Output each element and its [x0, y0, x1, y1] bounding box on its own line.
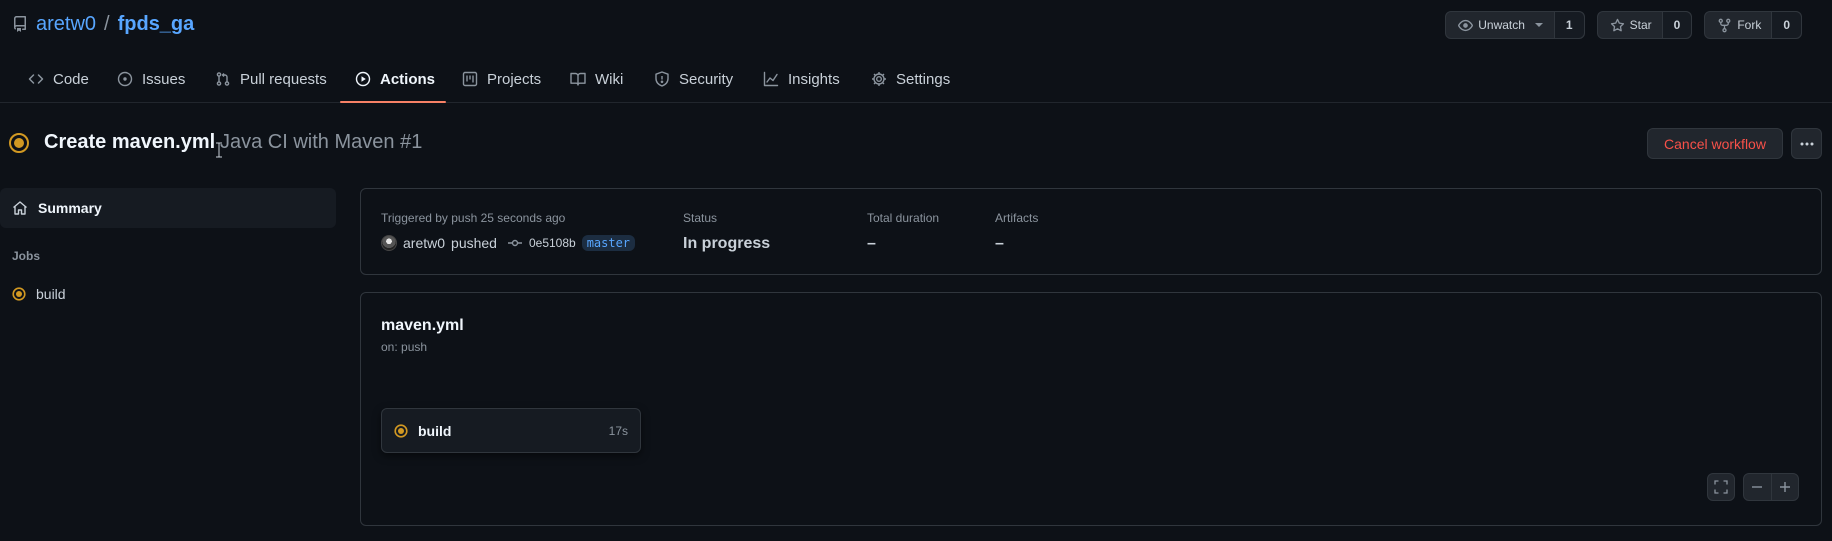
play-icon — [355, 71, 371, 87]
status-label: Status — [683, 211, 718, 225]
watch-button-group: Unwatch 1 — [1445, 11, 1585, 39]
run-title: Create maven.yml — [44, 131, 216, 153]
forks-count[interactable]: 0 — [1771, 12, 1801, 38]
tab-pull-requests-label: Pull requests — [240, 70, 327, 88]
job-node-build[interactable]: build 17s — [381, 408, 641, 453]
trigger-label: Triggered by push 25 seconds ago — [381, 211, 566, 225]
git-commit-icon — [507, 239, 522, 247]
tab-issues[interactable]: Issues — [117, 55, 185, 103]
in-progress-icon — [12, 287, 26, 301]
run-summary-card: Triggered by push 25 seconds ago aretw0 … — [360, 188, 1822, 275]
actor-link[interactable]: aretw0 — [403, 235, 445, 251]
tab-settings[interactable]: Settings — [871, 55, 950, 103]
repo-separator: / — [104, 12, 110, 35]
repo-name-link[interactable]: fpds_ga — [118, 13, 195, 36]
sidebar-job-label: build — [36, 286, 66, 302]
watchers-count[interactable]: 1 — [1553, 12, 1584, 38]
tab-security-label: Security — [679, 70, 734, 88]
eye-icon — [1458, 19, 1474, 31]
trigger-details: aretw0 pushed 0e5108b master — [381, 235, 636, 251]
star-icon — [1610, 18, 1624, 31]
tab-issues-label: Issues — [142, 70, 186, 88]
tab-projects-label: Projects — [487, 70, 542, 88]
cancel-workflow-button[interactable]: Cancel workflow — [1647, 128, 1783, 159]
tab-actions-label: Actions — [380, 70, 436, 88]
artifacts-value: – — [995, 235, 1004, 252]
tab-actions[interactable]: Actions — [355, 55, 435, 103]
repo-header: aretw0 / fpds_ga — [12, 10, 194, 38]
kebab-horizontal-icon — [1800, 142, 1813, 145]
shield-icon — [655, 71, 669, 87]
duration-value: – — [867, 235, 876, 252]
dash-icon — [1752, 486, 1763, 488]
in-progress-icon — [394, 423, 408, 438]
zoom-controls — [1743, 473, 1799, 501]
workflow-trigger: on: push — [381, 340, 428, 354]
project-icon — [462, 71, 478, 87]
triangle-down-icon — [1534, 23, 1543, 27]
artifacts-label: Artifacts — [995, 211, 1039, 225]
fullscreen-button[interactable] — [1707, 473, 1735, 501]
workflow-graph-card: maven.yml on: push build 17s — [360, 292, 1822, 526]
stars-count[interactable]: 0 — [1661, 12, 1692, 38]
tab-projects[interactable]: Projects — [462, 55, 541, 103]
status-value: In progress — [683, 235, 771, 252]
book-icon — [570, 72, 586, 86]
gear-icon — [872, 72, 886, 86]
job-node-name: build — [418, 422, 452, 439]
run-subtitle: Java CI with Maven #1 — [220, 131, 423, 153]
plus-icon — [1779, 482, 1790, 492]
home-icon — [13, 201, 27, 215]
git-pull-request-icon — [216, 72, 230, 86]
avatar[interactable] — [381, 235, 397, 251]
star-button[interactable]: Star — [1598, 12, 1662, 38]
tab-code[interactable]: Code — [28, 55, 89, 103]
tab-wiki[interactable]: Wiki — [570, 55, 623, 103]
job-node-duration: 17s — [608, 423, 628, 438]
push-action-text: pushed — [451, 235, 497, 251]
tab-security[interactable]: Security — [654, 55, 733, 103]
repo-forked-icon — [1718, 18, 1731, 32]
repo-icon — [12, 16, 28, 32]
code-icon — [28, 74, 44, 84]
unwatch-button[interactable]: Unwatch — [1446, 12, 1554, 38]
tab-pull-requests[interactable]: Pull requests — [215, 55, 327, 103]
workflow-file-name: maven.yml — [381, 317, 464, 334]
tab-code-label: Code — [53, 70, 89, 88]
screen-full-icon — [1714, 480, 1728, 494]
active-tab-underline — [340, 101, 446, 103]
tab-insights[interactable]: Insights — [763, 55, 840, 103]
sidebar-jobs-heading: Jobs — [12, 249, 41, 263]
fork-button[interactable]: Fork — [1705, 12, 1771, 38]
tab-settings-label: Settings — [896, 70, 951, 88]
repo-nav-tabs: Code Issues Pull requests Actions Projec… — [0, 55, 1832, 103]
duration-label: Total duration — [867, 211, 940, 225]
star-label: Star — [1629, 18, 1652, 32]
zoom-out-button[interactable] — [1744, 474, 1771, 500]
repo-owner-link[interactable]: aretw0 — [36, 13, 96, 36]
sidebar-summary-label: Summary — [38, 200, 102, 216]
more-options-button[interactable] — [1791, 128, 1822, 159]
zoom-in-button[interactable] — [1770, 474, 1799, 500]
in-progress-icon — [8, 132, 30, 154]
issue-opened-icon — [117, 71, 133, 87]
commit-sha-link[interactable]: 0e5108b — [529, 236, 576, 250]
unwatch-label: Unwatch — [1478, 18, 1525, 32]
tab-wiki-label: Wiki — [595, 70, 624, 88]
graph-icon — [763, 71, 779, 87]
tab-insights-label: Insights — [788, 70, 840, 88]
fork-label: Fork — [1737, 18, 1762, 32]
repo-action-buttons: Unwatch 1 Star 0 Fork 0 — [1445, 11, 1802, 39]
sidebar-item-summary[interactable]: Summary — [0, 188, 336, 228]
sidebar-item-job-build[interactable]: build — [12, 286, 66, 302]
star-button-group: Star 0 — [1596, 11, 1693, 39]
fork-button-group: Fork 0 — [1704, 11, 1802, 39]
branch-tag[interactable]: master — [581, 235, 636, 251]
